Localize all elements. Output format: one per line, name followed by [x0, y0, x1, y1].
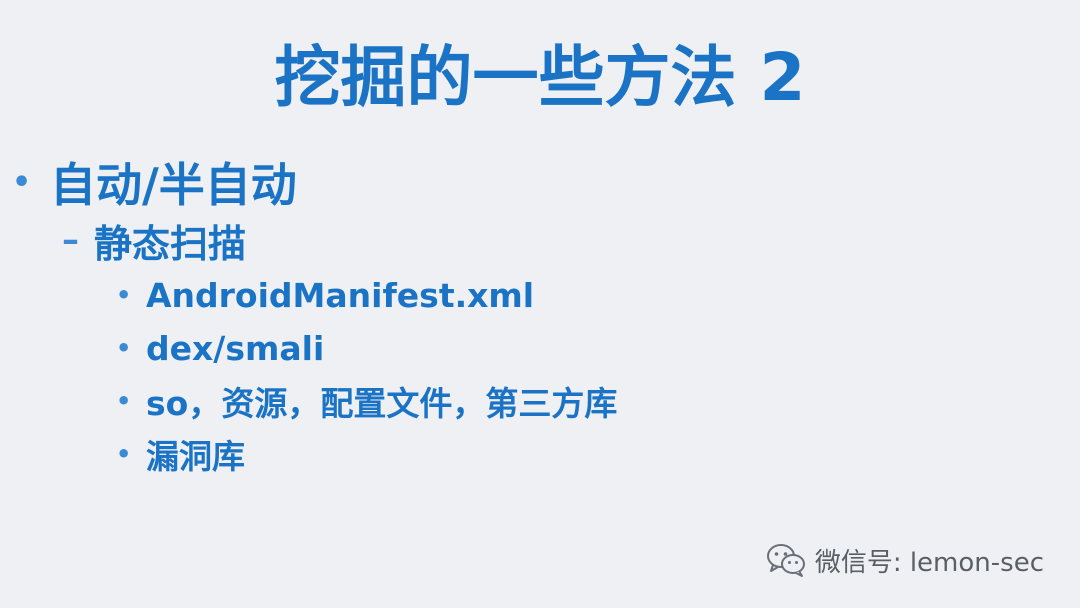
- bullet-text: 漏洞库: [146, 437, 245, 476]
- bullet-text: so，资源，配置文件，第三方库: [146, 384, 618, 423]
- watermark-text: 微信号: lemon-sec: [814, 547, 1044, 578]
- watermark: 微信号: lemon-sec: [765, 538, 1044, 582]
- sub-bullet-manifest: • AndroidManifest.xml: [116, 270, 534, 320]
- bullet-marker: •: [116, 387, 132, 415]
- bullet-marker: •: [116, 281, 132, 309]
- bullet-text: dex/smali: [146, 328, 325, 368]
- bullet-text: AndroidManifest.xml: [146, 275, 535, 315]
- bullet-level2: – 静态扫描: [62, 214, 246, 266]
- wechat-icon: [766, 544, 805, 577]
- slide: 挖掘的一些方法 2 • 自动/半自动 – 静态扫描 • AndroidManif…: [0, 0, 1080, 608]
- bullet-level1: • 自动/半自动: [12, 152, 297, 212]
- bullet-text: 静态扫描: [94, 221, 247, 266]
- sub-bullet-vulndb: • 漏洞库: [116, 429, 245, 479]
- bullet-marker: •: [12, 164, 32, 200]
- dash-marker: –: [62, 220, 79, 260]
- sub-bullet-resources: • so，资源，配置文件，第三方库: [116, 376, 617, 426]
- sub-bullet-smali: • dex/smali: [116, 323, 324, 373]
- bullet-marker: •: [116, 334, 132, 362]
- bullet-marker: •: [116, 440, 132, 468]
- bullet-text: 自动/半自动: [50, 158, 297, 212]
- slide-title: 挖掘的一些方法 2: [274, 39, 806, 116]
